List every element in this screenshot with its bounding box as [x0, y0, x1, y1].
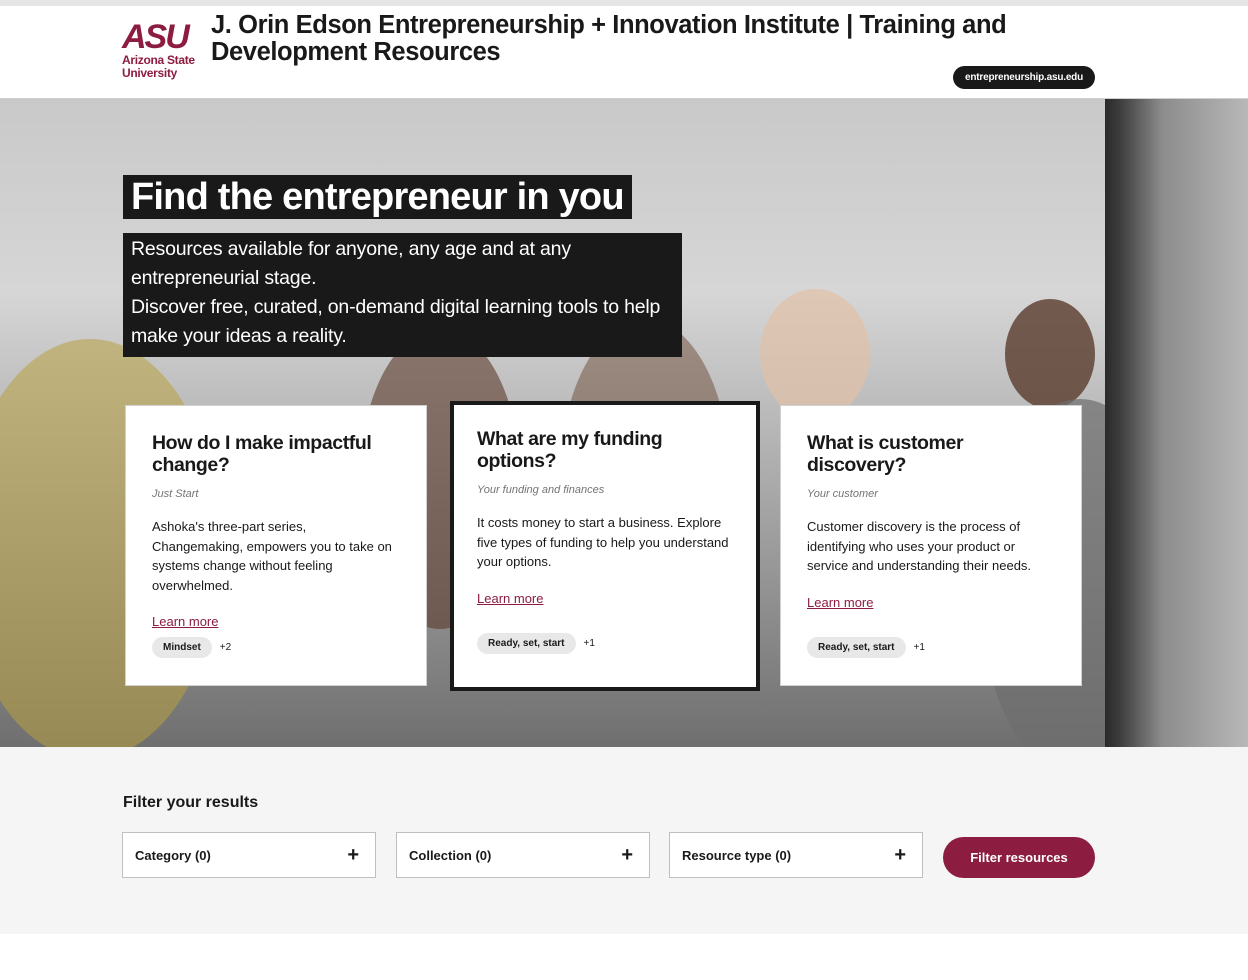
card-body: It costs money to start a business. Expl…	[477, 515, 729, 569]
card-eyebrow: Your customer	[807, 488, 878, 500]
category-dropdown[interactable]: Category (0) +	[122, 832, 376, 878]
hero-bg-panel	[1105, 99, 1248, 747]
plus-icon: +	[621, 844, 633, 866]
hero-bg-shape	[1005, 299, 1095, 409]
collection-dropdown-label: Collection (0)	[409, 847, 492, 863]
hero-text-line1: Resources available for anyone, any age …	[131, 238, 571, 289]
learn-more-link[interactable]: Learn more	[807, 595, 873, 610]
category-dropdown-label: Category (0)	[135, 847, 211, 863]
asu-logo[interactable]: ASU Arizona State University	[122, 20, 202, 86]
filter-section: Filter your results Category (0) + Colle…	[0, 747, 1248, 934]
resource-card[interactable]: How do I make impactful change? Just Sta…	[125, 405, 427, 686]
card-tag-more: +1	[913, 642, 925, 653]
hero-section: Find the entrepreneur in you Resources a…	[0, 99, 1248, 747]
learn-more-link[interactable]: Learn more	[477, 591, 543, 606]
hero-text: Resources available for anyone, any age …	[123, 233, 682, 357]
resource-card[interactable]: What is customer discovery? Your custome…	[780, 405, 1082, 686]
card-title: What is customer discovery?	[807, 432, 964, 476]
card-tag[interactable]: Mindset	[152, 637, 212, 658]
plus-icon: +	[894, 844, 906, 866]
card-tag[interactable]: Ready, set, start	[807, 637, 906, 658]
card-tags: Ready, set, start +1	[807, 637, 925, 658]
card-tag-more: +1	[583, 638, 595, 649]
collection-dropdown[interactable]: Collection (0) +	[396, 832, 650, 878]
asu-logo-sub2: University	[122, 66, 178, 80]
resource-card[interactable]: What are my funding options? Your fundin…	[450, 401, 760, 691]
card-tags: Ready, set, start +1	[477, 633, 595, 654]
resource-type-dropdown-label: Resource type (0)	[682, 847, 792, 863]
site-title[interactable]: J. Orin Edson Entrepreneurship + Innovat…	[211, 12, 1031, 66]
card-tags: Mindset +2	[152, 637, 231, 658]
card-eyebrow: Your funding and finances	[477, 484, 605, 496]
card-eyebrow: Just Start	[152, 488, 199, 500]
card-title: What are my funding options?	[477, 428, 663, 472]
card-tag[interactable]: Ready, set, start	[477, 633, 576, 654]
asu-logo-mark: ASU	[122, 18, 190, 56]
learn-more-link[interactable]: Learn more	[152, 614, 218, 629]
hero-text-line2: Discover free, curated, on-demand digita…	[131, 296, 661, 347]
plus-icon: +	[347, 844, 359, 866]
hero-heading: Find the entrepreneur in you	[123, 175, 632, 219]
domain-pill[interactable]: entrepreneurship.asu.edu	[953, 66, 1095, 89]
hero-bg-shape	[760, 289, 870, 419]
card-body: Ashoka's three-part series, Changemaking…	[152, 519, 392, 593]
resource-type-dropdown[interactable]: Resource type (0) +	[669, 832, 923, 878]
card-title: How do I make impactful change?	[152, 432, 372, 476]
filter-resources-button[interactable]: Filter resources	[943, 837, 1095, 878]
site-header: ASU Arizona State University J. Orin Eds…	[0, 6, 1248, 99]
card-tag-more: +2	[219, 642, 232, 653]
filter-heading: Filter your results	[123, 794, 259, 811]
card-body: Customer discovery is the process of ide…	[807, 519, 1032, 573]
